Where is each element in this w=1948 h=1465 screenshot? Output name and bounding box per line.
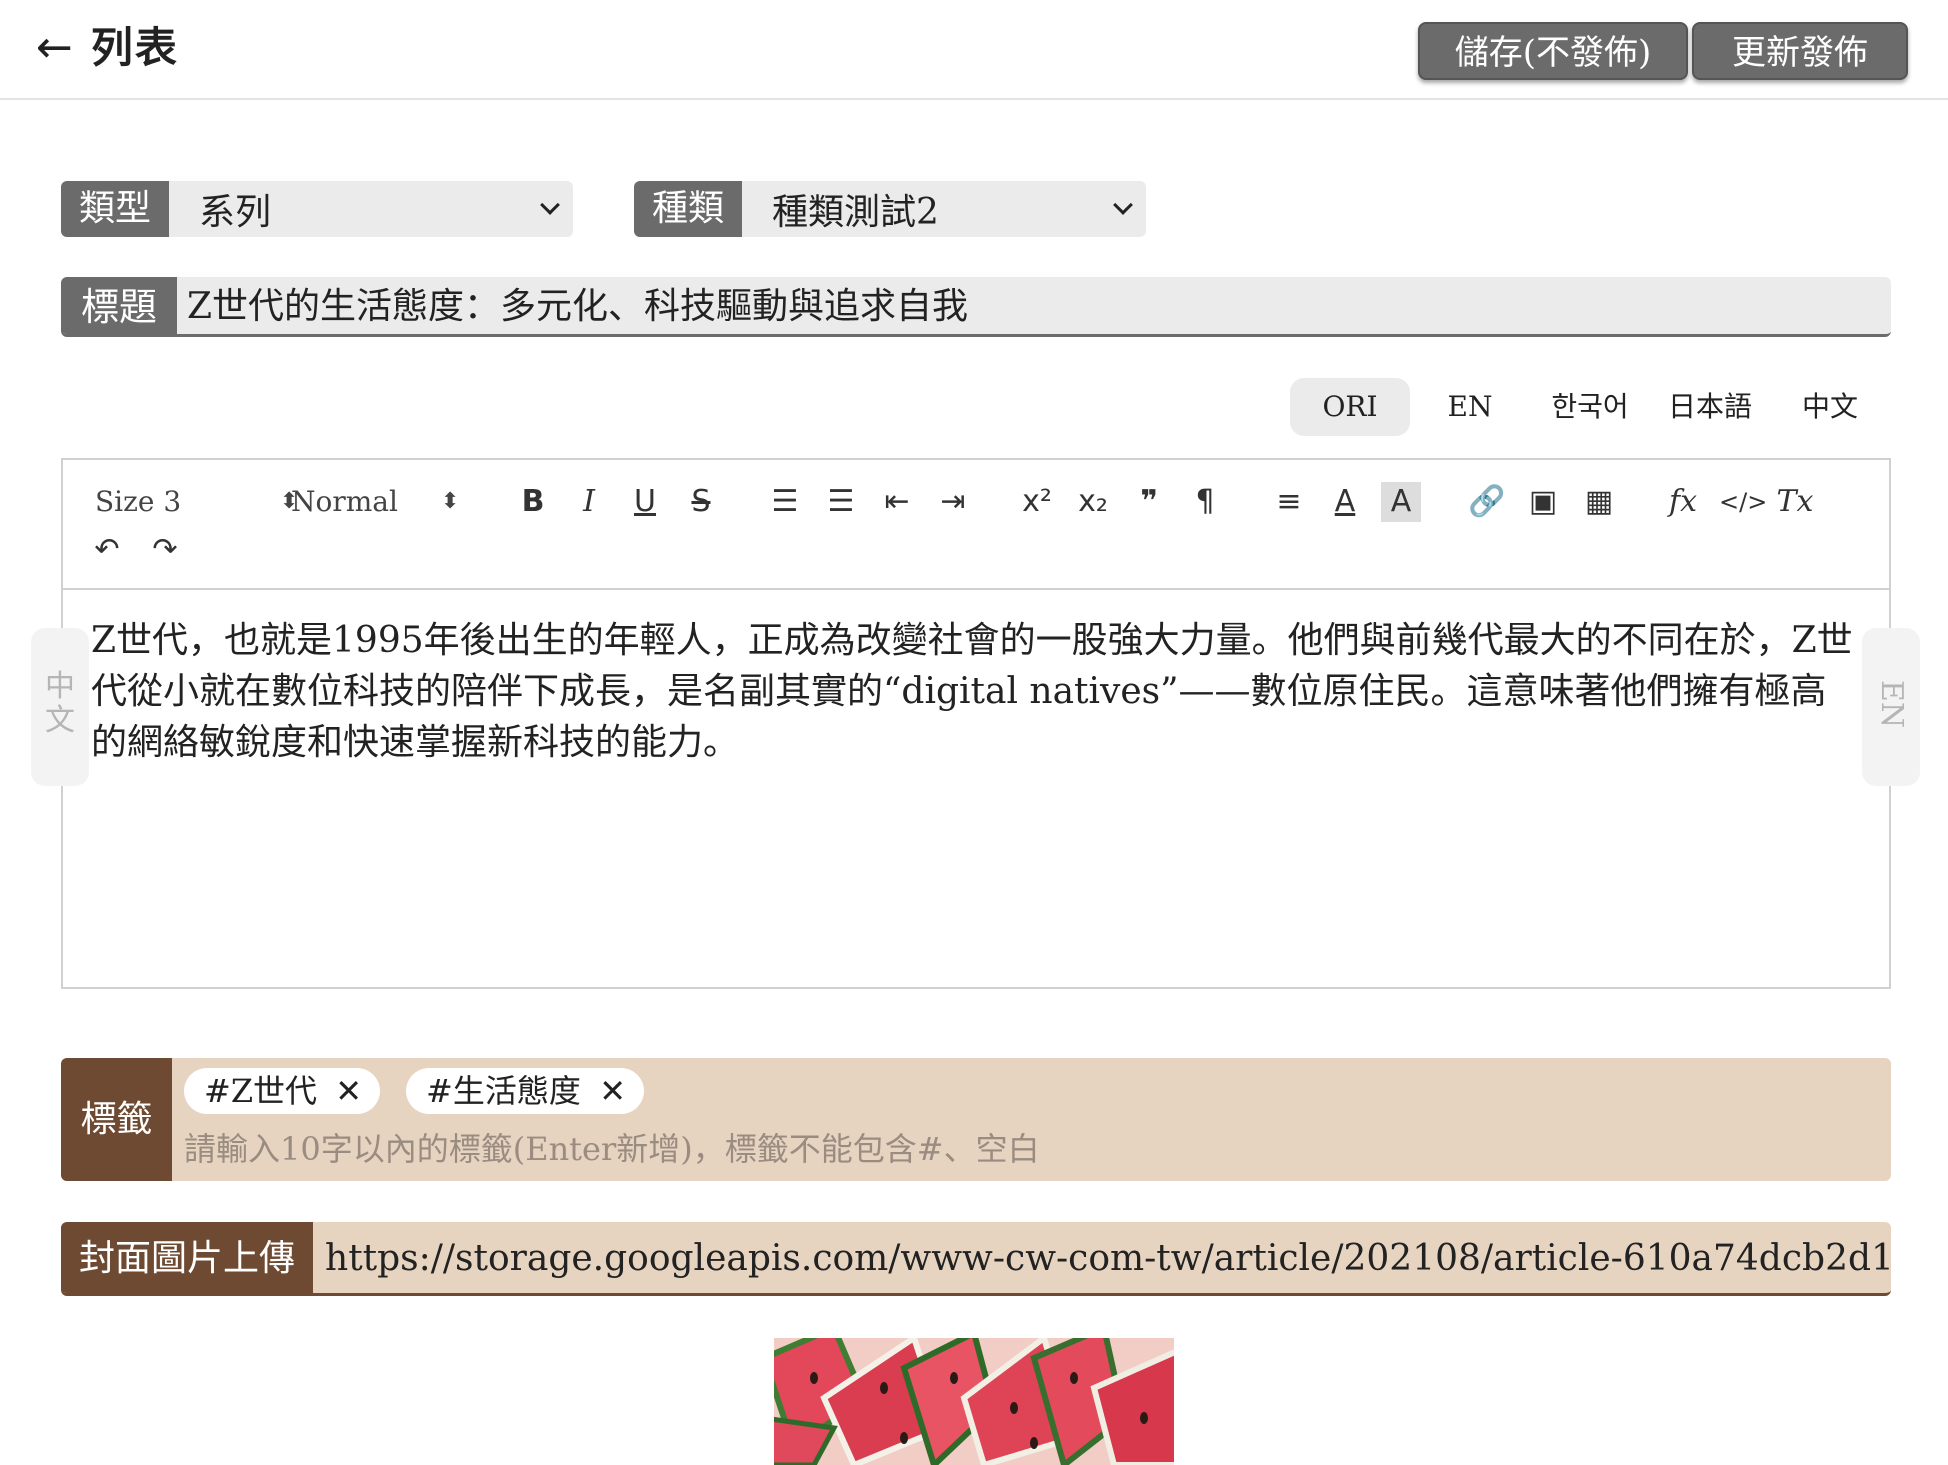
tag-chip-label: #生活態度	[426, 1072, 581, 1110]
bold-icon[interactable]: B	[515, 482, 551, 522]
blockquote-icon[interactable]: ❞	[1129, 482, 1169, 522]
translate-from-zh-handle[interactable]: 中文	[31, 628, 89, 786]
save-draft-button[interactable]: 儲存(不發佈)	[1418, 22, 1688, 80]
top-bar: ← 列表 儲存(不發佈) 更新發佈	[0, 0, 1948, 100]
tag-chip: #生活態度 ✕	[406, 1068, 644, 1114]
code-block-icon[interactable]: </>	[1719, 482, 1767, 522]
cover-image-url-input[interactable]: https://storage.googleapis.com/www-cw-co…	[313, 1222, 1891, 1293]
cover-image-preview	[774, 1338, 1174, 1465]
watermelon-image	[774, 1338, 1174, 1465]
link-icon[interactable]: 🔗	[1467, 482, 1507, 522]
tag-chip-label: #Z世代	[204, 1072, 318, 1110]
type-select-value: 系列	[199, 192, 272, 233]
title-label: 標題	[61, 277, 178, 334]
kind-select[interactable]: 種類測試2	[742, 181, 1146, 237]
redo-icon[interactable]: ↷	[145, 530, 185, 570]
video-icon[interactable]: ▦	[1579, 482, 1619, 522]
image-icon[interactable]: ▣	[1523, 482, 1563, 522]
lang-tab-ori[interactable]: ORI	[1290, 378, 1410, 436]
editor-toolbar: Size 3 ⬍ Normal ⬍ B I U S ☰ ☰ ⇤ ⇥ x² x₂ …	[63, 460, 1889, 590]
kind-label: 種類	[634, 181, 743, 237]
type-label: 類型	[61, 181, 170, 237]
chevron-down-icon	[1113, 195, 1133, 215]
formula-icon[interactable]: fx	[1663, 482, 1703, 522]
undo-icon[interactable]: ↶	[87, 530, 127, 570]
title-field: 標題 Z世代的生活態度：多元化、科技驅動與追求自我	[61, 277, 1891, 337]
header-format-value: Normal	[291, 485, 398, 518]
cover-image-label: 封面圖片上傳	[61, 1222, 314, 1293]
chevron-down-icon	[540, 195, 560, 215]
language-tabs: ORI EN 한국어 日本語 中文	[1290, 378, 1890, 436]
tag-input[interactable]	[184, 1124, 1874, 1174]
type-select[interactable]: 系列	[169, 181, 573, 237]
back-to-list-link[interactable]: ← 列表	[36, 22, 179, 74]
side-label-en: EN	[1874, 680, 1909, 729]
italic-icon[interactable]: I	[571, 482, 607, 522]
arrow-left-icon: ←	[36, 22, 73, 73]
ordered-list-icon[interactable]: ☰	[765, 482, 805, 522]
superscript-icon[interactable]: x²	[1017, 482, 1057, 522]
select-updown-icon: ⬍	[441, 489, 460, 514]
close-icon[interactable]: ✕	[599, 1068, 626, 1114]
lang-tab-en[interactable]: EN	[1410, 378, 1530, 436]
publish-button[interactable]: 更新發佈	[1692, 22, 1908, 80]
editor-content[interactable]: Z世代，也就是1995年後出生的年輕人，正成為改變社會的一股強大力量。他們與前幾…	[91, 615, 1871, 768]
text-color-icon[interactable]: A	[1325, 482, 1365, 522]
rich-text-editor: Size 3 ⬍ Normal ⬍ B I U S ☰ ☰ ⇤ ⇥ x² x₂ …	[61, 458, 1891, 989]
kind-field: 種類 種類測試2	[634, 181, 1146, 237]
subscript-icon[interactable]: x₂	[1073, 482, 1113, 522]
outdent-icon[interactable]: ⇤	[877, 482, 917, 522]
paragraph-line: 的網絡敏銳度和快速掌握新科技的能力。	[91, 722, 740, 763]
back-label: 列表	[90, 23, 179, 72]
lang-tab-ja[interactable]: 日本語	[1650, 378, 1770, 436]
type-field: 類型 系列	[61, 181, 573, 237]
font-size-select[interactable]: Size 3 ⬍	[95, 482, 298, 522]
cover-image-field: 封面圖片上傳 https://storage.googleapis.com/ww…	[61, 1222, 1891, 1296]
clear-format-icon[interactable]: Tx	[1775, 482, 1815, 522]
tags-field: 標籤 #Z世代 ✕ #生活態度 ✕	[61, 1058, 1891, 1181]
lang-tab-zh[interactable]: 中文	[1770, 378, 1890, 436]
indent-icon[interactable]: ⇥	[933, 482, 973, 522]
underline-icon[interactable]: U	[627, 482, 663, 522]
paragraph-line: 代從小就在數位科技的陪伴下成長，是名副其實的“digital natives”—…	[91, 671, 1827, 712]
close-icon[interactable]: ✕	[335, 1068, 362, 1114]
header-format-select[interactable]: Normal ⬍	[291, 482, 459, 522]
text-direction-icon[interactable]: ¶	[1185, 482, 1225, 522]
kind-select-value: 種類測試2	[772, 192, 939, 233]
title-input[interactable]: Z世代的生活態度：多元化、科技驅動與追求自我	[177, 277, 1891, 334]
translate-to-en-handle[interactable]: EN	[1862, 628, 1920, 786]
background-color-icon[interactable]: A	[1381, 482, 1421, 522]
font-size-value: Size 3	[95, 485, 182, 518]
bullet-list-icon[interactable]: ☰	[821, 482, 861, 522]
lang-tab-ko[interactable]: 한국어	[1530, 378, 1650, 436]
align-icon[interactable]: ≡	[1269, 482, 1309, 522]
strike-icon[interactable]: S	[683, 482, 719, 522]
tags-label: 標籤	[61, 1058, 172, 1181]
tag-chip: #Z世代 ✕	[184, 1068, 380, 1114]
paragraph-line: Z世代，也就是1995年後出生的年輕人，正成為改變社會的一股強大力量。他們與前幾…	[91, 620, 1853, 661]
